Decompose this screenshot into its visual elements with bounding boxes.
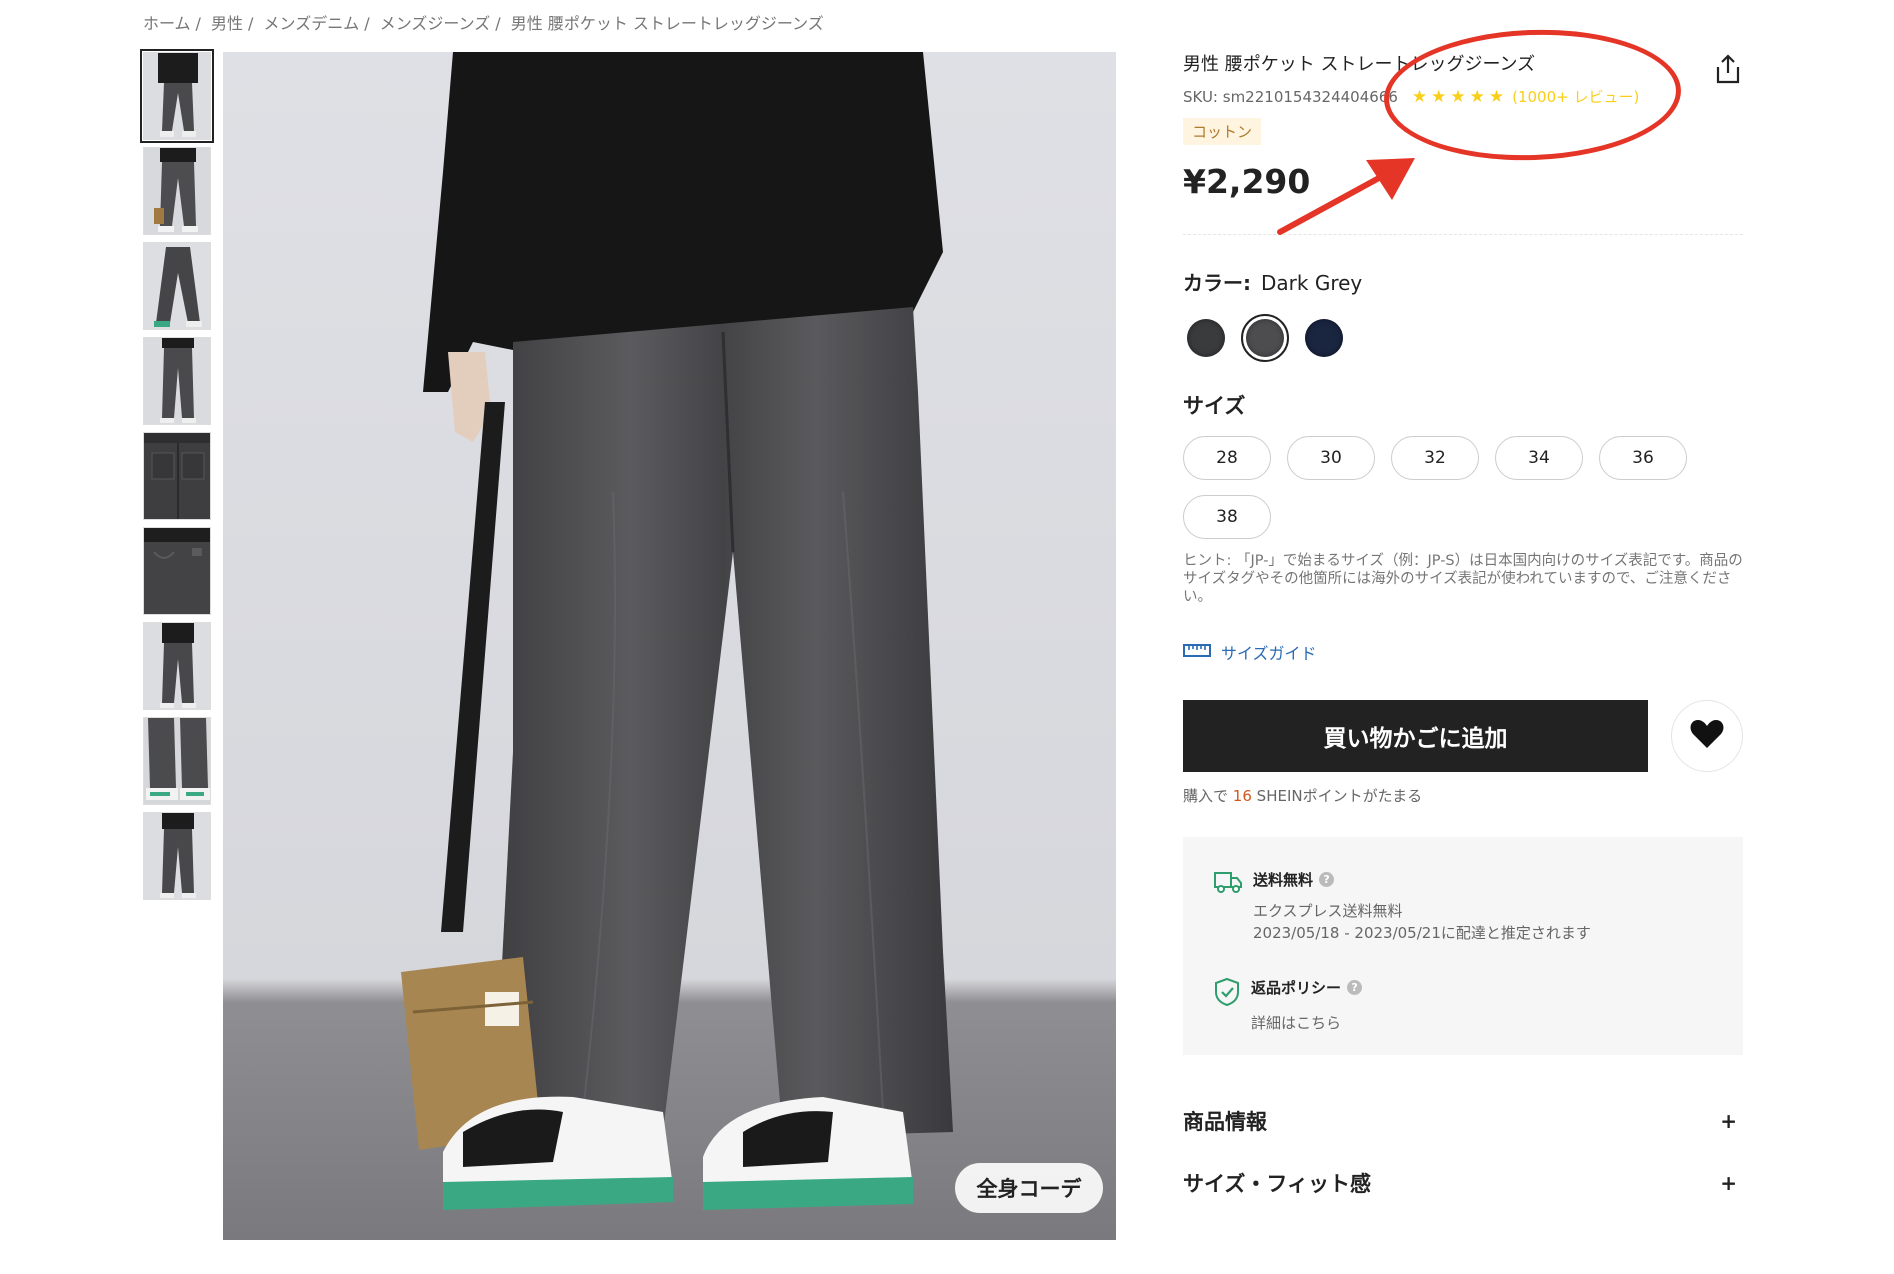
thumbnail-6[interactable]: [143, 527, 211, 615]
thumbnail-list: [140, 49, 214, 907]
return-policy-title: 返品ポリシー: [1251, 979, 1342, 997]
breadcrumb-home[interactable]: ホーム: [143, 14, 191, 33]
thumbnail-9[interactable]: [143, 812, 211, 900]
color-swatch-selected-ring: [1241, 314, 1289, 362]
ruler-icon: [1183, 642, 1211, 662]
breadcrumb-separator: /: [364, 14, 370, 33]
size-options: 28 30 32 34 36 38: [1183, 436, 1743, 539]
heart-icon: [1689, 718, 1725, 754]
thumbnail-5[interactable]: [143, 432, 211, 520]
accordion-label: 商品情報: [1183, 1110, 1267, 1134]
size-option-30[interactable]: 30: [1287, 436, 1375, 480]
size-option-36[interactable]: 36: [1599, 436, 1687, 480]
breadcrumb-separator: /: [495, 14, 501, 33]
truck-icon: [1213, 869, 1243, 899]
delivery-estimate-text: 2023/05/18 - 2023/05/21に配達と推定されます: [1253, 924, 1591, 942]
size-guide-label: サイズガイド: [1221, 644, 1317, 663]
full-outfit-button[interactable]: 全身コーデ: [955, 1163, 1103, 1213]
selected-color-name: Dark Grey: [1261, 271, 1363, 295]
color-label-title: カラー:: [1183, 271, 1251, 295]
material-tag: コットン: [1183, 118, 1262, 145]
breadcrumb-separator: /: [195, 14, 201, 33]
size-label: サイズ: [1183, 394, 1246, 418]
color-swatches: [1187, 314, 1343, 362]
product-title: 男性 腰ポケット ストレートレッグジーンズ: [1183, 54, 1536, 75]
sku-row: SKU: sm2210154324404666 ★★★★★ (1000+ レビュ…: [1183, 86, 1639, 107]
product-price: ¥2,290: [1183, 162, 1311, 201]
wishlist-button[interactable]: [1671, 700, 1743, 772]
plus-icon: +: [1720, 1109, 1737, 1133]
review-count-link[interactable]: (1000+ レビュー): [1512, 86, 1639, 107]
thumbnail-1[interactable]: [140, 49, 214, 143]
return-policy-details-link[interactable]: 詳細はこちら: [1251, 1012, 1362, 1033]
size-option-28[interactable]: 28: [1183, 436, 1271, 480]
color-swatch-dark-grey[interactable]: [1246, 319, 1284, 357]
express-shipping-text: エクスプレス送料無料: [1253, 902, 1403, 920]
points-prefix: 購入で: [1183, 787, 1229, 805]
points-info: 購入で 16 SHEINポイントがたまる: [1183, 785, 1422, 806]
help-icon[interactable]: ?: [1319, 872, 1335, 887]
accordion-size-fit[interactable]: サイズ・フィット感 +: [1183, 1168, 1743, 1198]
breadcrumb-current: 男性 腰ポケット ストレートレッグジーンズ: [510, 14, 824, 33]
accordion-label: サイズ・フィット感: [1183, 1172, 1371, 1196]
thumbnail-8[interactable]: [143, 717, 211, 805]
size-hint: ヒント: 「JP-」で始まるサイズ（例：JP-S）は日本国内向けのサイズ表記です…: [1183, 553, 1743, 605]
shipping-info-box: 送料無料? エクスプレス送料無料 2023/05/18 - 2023/05/21…: [1183, 837, 1743, 1055]
size-option-34[interactable]: 34: [1495, 436, 1583, 480]
shield-check-icon: [1213, 977, 1241, 1011]
breadcrumb-mens-jeans[interactable]: メンズジーンズ: [380, 14, 491, 33]
size-option-32[interactable]: 32: [1391, 436, 1479, 480]
points-suffix: SHEINポイントがたまる: [1256, 787, 1423, 805]
thumbnail-2[interactable]: [143, 147, 211, 235]
shipping-row: 送料無料? エクスプレス送料無料 2023/05/18 - 2023/05/21…: [1213, 869, 1591, 944]
breadcrumb-men[interactable]: 男性: [211, 14, 243, 33]
thumbnail-7[interactable]: [143, 622, 211, 710]
color-label: カラー: Dark Grey: [1183, 267, 1362, 296]
divider: [1183, 234, 1743, 235]
free-shipping-title: 送料無料: [1253, 871, 1314, 889]
color-swatch-navy[interactable]: [1305, 319, 1343, 357]
help-icon[interactable]: ?: [1347, 980, 1363, 995]
breadcrumb-mens-denim[interactable]: メンズデニム: [264, 14, 360, 33]
add-to-cart-button[interactable]: 買い物かごに追加: [1183, 700, 1648, 772]
breadcrumb-separator: /: [248, 14, 254, 33]
plus-icon: +: [1720, 1171, 1737, 1195]
color-swatch-black-grey[interactable]: [1187, 319, 1225, 357]
points-value: 16: [1232, 787, 1252, 805]
breadcrumb: ホーム / 男性 / メンズデニム / メンズジーンズ / 男性 腰ポケット ストレート…: [143, 10, 824, 34]
thumbnail-3[interactable]: [143, 242, 211, 330]
return-policy-row: 返品ポリシー? 詳細はこちら: [1213, 977, 1363, 1033]
rating-stars[interactable]: ★★★★★: [1412, 87, 1508, 107]
main-product-image[interactable]: 全身コーデ: [223, 52, 1116, 1240]
thumbnail-4[interactable]: [143, 337, 211, 425]
size-guide-link[interactable]: サイズガイド: [1183, 640, 1317, 664]
size-option-38[interactable]: 38: [1183, 495, 1271, 539]
sku-text: SKU: sm2210154324404666: [1183, 87, 1398, 106]
share-icon[interactable]: [1715, 54, 1741, 84]
accordion-product-info[interactable]: 商品情報 +: [1183, 1106, 1743, 1136]
